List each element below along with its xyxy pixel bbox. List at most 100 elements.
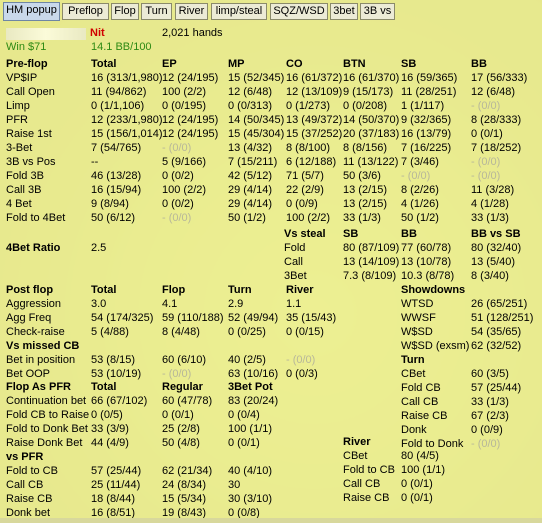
vs-pfr-cell: 25 (11/44) (91, 478, 141, 491)
preflop-cell-fold-3b: 50 (3/6) (343, 169, 381, 182)
preflop-cell-3-bet: 8 (8/100) (286, 141, 331, 154)
preflop-label-call-3b: Call 3B (6, 183, 42, 196)
postflop-header-total: Total (91, 284, 117, 296)
preflop-cell-raise-1st: 20 (37/183) (343, 127, 400, 140)
preflop-cell-vp-ip: 16 (61/372) (286, 72, 343, 84)
preflop-cell-fold-3b: - (0/0) (401, 169, 431, 182)
tab-preflop[interactable]: Preflop (62, 3, 109, 20)
tab-3b-vs[interactable]: 3B vs (360, 3, 395, 20)
preflop-cell-vp-ip: 16 (61/370) (343, 72, 400, 84)
missed-cb-cell: 40 (2/5) (228, 353, 266, 366)
tab-3bet[interactable]: 3bet (330, 3, 358, 20)
preflop-cell-raise-1st: 15 (156/1,014) (91, 127, 163, 140)
preflop-cell-4-bet: 4 (1/26) (401, 197, 439, 210)
vs-steal-cell: 13 (14/109) (343, 255, 400, 268)
showdown-value: 26 (65/251) (471, 297, 528, 310)
preflop-cell-call-open: 9 (15/173) (343, 85, 394, 98)
vs-pfr-label-call-cb: Call CB (6, 478, 44, 491)
river-label-cbet: CBet (343, 449, 368, 462)
preflop-cell-pfr: 14 (50/370) (343, 113, 400, 126)
tab-river[interactable]: River (175, 3, 208, 20)
vs-pfr-cell: 24 (8/34) (162, 478, 207, 491)
tab-flop[interactable]: Flop (111, 3, 139, 20)
flop-as-pfr-title: Flop As PFR (6, 381, 71, 393)
postflop-cell: 35 (15/43) (286, 311, 337, 324)
preflop-cell-limp: 0 (1/1,106) (91, 99, 145, 112)
turn-label-fold-to-donk: Fold to Donk (401, 437, 464, 450)
preflop-cell-call-3b: 8 (2/26) (401, 183, 439, 196)
preflop-cell-pfr: 9 (32/365) (401, 113, 452, 126)
postflop-label-aggression: Aggression (6, 297, 62, 310)
flop-as-pfr-cell: 60 (47/78) (162, 394, 213, 407)
preflop-cell-limp: 0 (1/273) (286, 99, 331, 112)
vs-pfr-label-raise-cb: Raise CB (6, 492, 53, 505)
player-type: Nit (90, 27, 105, 39)
preflop-cell-limp: 0 (0/313) (228, 99, 273, 112)
flop-as-pfr-cell: 0 (0/1) (228, 436, 260, 449)
preflop-cell-vp-ip: 17 (56/333) (471, 72, 528, 84)
preflop-cell-3-bet: 13 (4/32) (228, 141, 273, 154)
preflop-cell-fold-3b: - (0/0) (471, 169, 501, 182)
vs-pfr-cell: 57 (25/44) (91, 464, 142, 477)
vs-pfr-cell: 18 (8/44) (91, 492, 136, 505)
preflop-cell-3-bet: 7 (18/252) (471, 141, 522, 154)
preflop-label-fold-to-4bet: Fold to 4Bet (6, 211, 66, 224)
preflop-cell-raise-1st: 0 (0/1) (471, 127, 503, 140)
postflop-cell: 2.9 (228, 297, 244, 310)
preflop-cell-vp-ip: 15 (52/345) (228, 72, 285, 84)
preflop-cell-3-bet: 8 (8/156) (343, 141, 388, 154)
preflop-cell-pfr: 12 (24/195) (162, 113, 219, 126)
preflop-cell-pfr: 13 (49/372) (286, 113, 343, 126)
vs-pfr-cell: 62 (21/34) (162, 464, 213, 477)
preflop-cell-pfr: 12 (233/1,980) (91, 113, 163, 126)
showdown-label-wwsf: WWSF (401, 311, 436, 324)
preflop-label-4-bet: 4 Bet (6, 197, 32, 210)
preflop-cell-fold-to-4bet: 100 (2/2) (286, 211, 331, 224)
preflop-header-bb: BB (471, 58, 487, 70)
tab-hm-popup[interactable]: HM popup (3, 2, 60, 21)
postflop-title: Post flop (6, 284, 54, 296)
tab-sqz-wsd[interactable]: SQZ/WSD (270, 3, 328, 20)
vs-steal-header-sb: SB (343, 228, 359, 240)
postflop-cell: 52 (49/94) (228, 311, 279, 324)
preflop-cell-vp-ip: 16 (313/1,980) (91, 72, 163, 84)
river-label-fold-to-cb: Fold to CB (343, 463, 395, 476)
flop-as-pfr-cell: 0 (0/5) (91, 408, 123, 421)
flop-as-pfr-cell: 0 (0/1) (162, 408, 194, 421)
showdown-value: 51 (128/251) (471, 311, 534, 324)
vs-pfr-cell: 30 (228, 478, 241, 491)
preflop-label-3-bet: 3-Bet (6, 141, 33, 154)
preflop-cell-3-bet: - (0/0) (162, 141, 192, 154)
postflop-label-agg-freq: Agg Freq (6, 311, 52, 324)
flop-as-pfr-cell: 33 (3/9) (91, 422, 129, 435)
flop-as-pfr-cell: 100 (1/1) (228, 422, 273, 435)
winnings: Win $71 (6, 41, 47, 53)
preflop-cell-fold-3b: 46 (13/28) (91, 169, 142, 182)
preflop-cell-3-bet: 7 (54/765) (91, 141, 142, 154)
preflop-header-btn: BTN (343, 58, 366, 70)
preflop-cell-call-open: 100 (2/2) (162, 85, 207, 98)
turn-value: 60 (3/5) (471, 367, 509, 380)
preflop-cell-call-open: 12 (6/48) (228, 85, 273, 98)
preflop-cell-fold-to-4bet: 50 (6/12) (91, 211, 136, 224)
showdown-value: 62 (32/52) (471, 339, 522, 352)
tab-turn[interactable]: Turn (141, 3, 172, 20)
preflop-cell-raise-1st: 15 (45/304) (228, 127, 285, 140)
river-value: 0 (0/1) (401, 477, 433, 490)
flop-as-pfr-header-3bet-pot: 3Bet Pot (228, 381, 273, 393)
vs-steal-header-bb: BB (401, 228, 417, 240)
preflop-cell-fold-3b: 42 (5/12) (228, 169, 273, 182)
preflop-cell-4-bet: 0 (0/2) (162, 197, 194, 210)
tab-limp-steal[interactable]: limp/steal (211, 3, 267, 20)
vs-pfr-cell: 30 (3/10) (228, 492, 273, 505)
preflop-header-sb: SB (401, 58, 417, 70)
flop-as-pfr-cell: 50 (4/8) (162, 436, 200, 449)
turn-value: 67 (2/3) (471, 409, 509, 422)
preflop-cell-raise-1st: 15 (37/252) (286, 127, 343, 140)
river-value: 0 (0/1) (401, 491, 433, 504)
preflop-cell-fold-to-4bet: 33 (1/3) (471, 211, 509, 224)
preflop-cell-3b-vs-pos: 11 (13/122) (343, 155, 399, 168)
showdown-value: 54 (35/65) (471, 325, 522, 338)
missed-cb-cell: 60 (6/10) (162, 353, 207, 366)
preflop-cell-4-bet: 29 (4/14) (228, 197, 273, 210)
